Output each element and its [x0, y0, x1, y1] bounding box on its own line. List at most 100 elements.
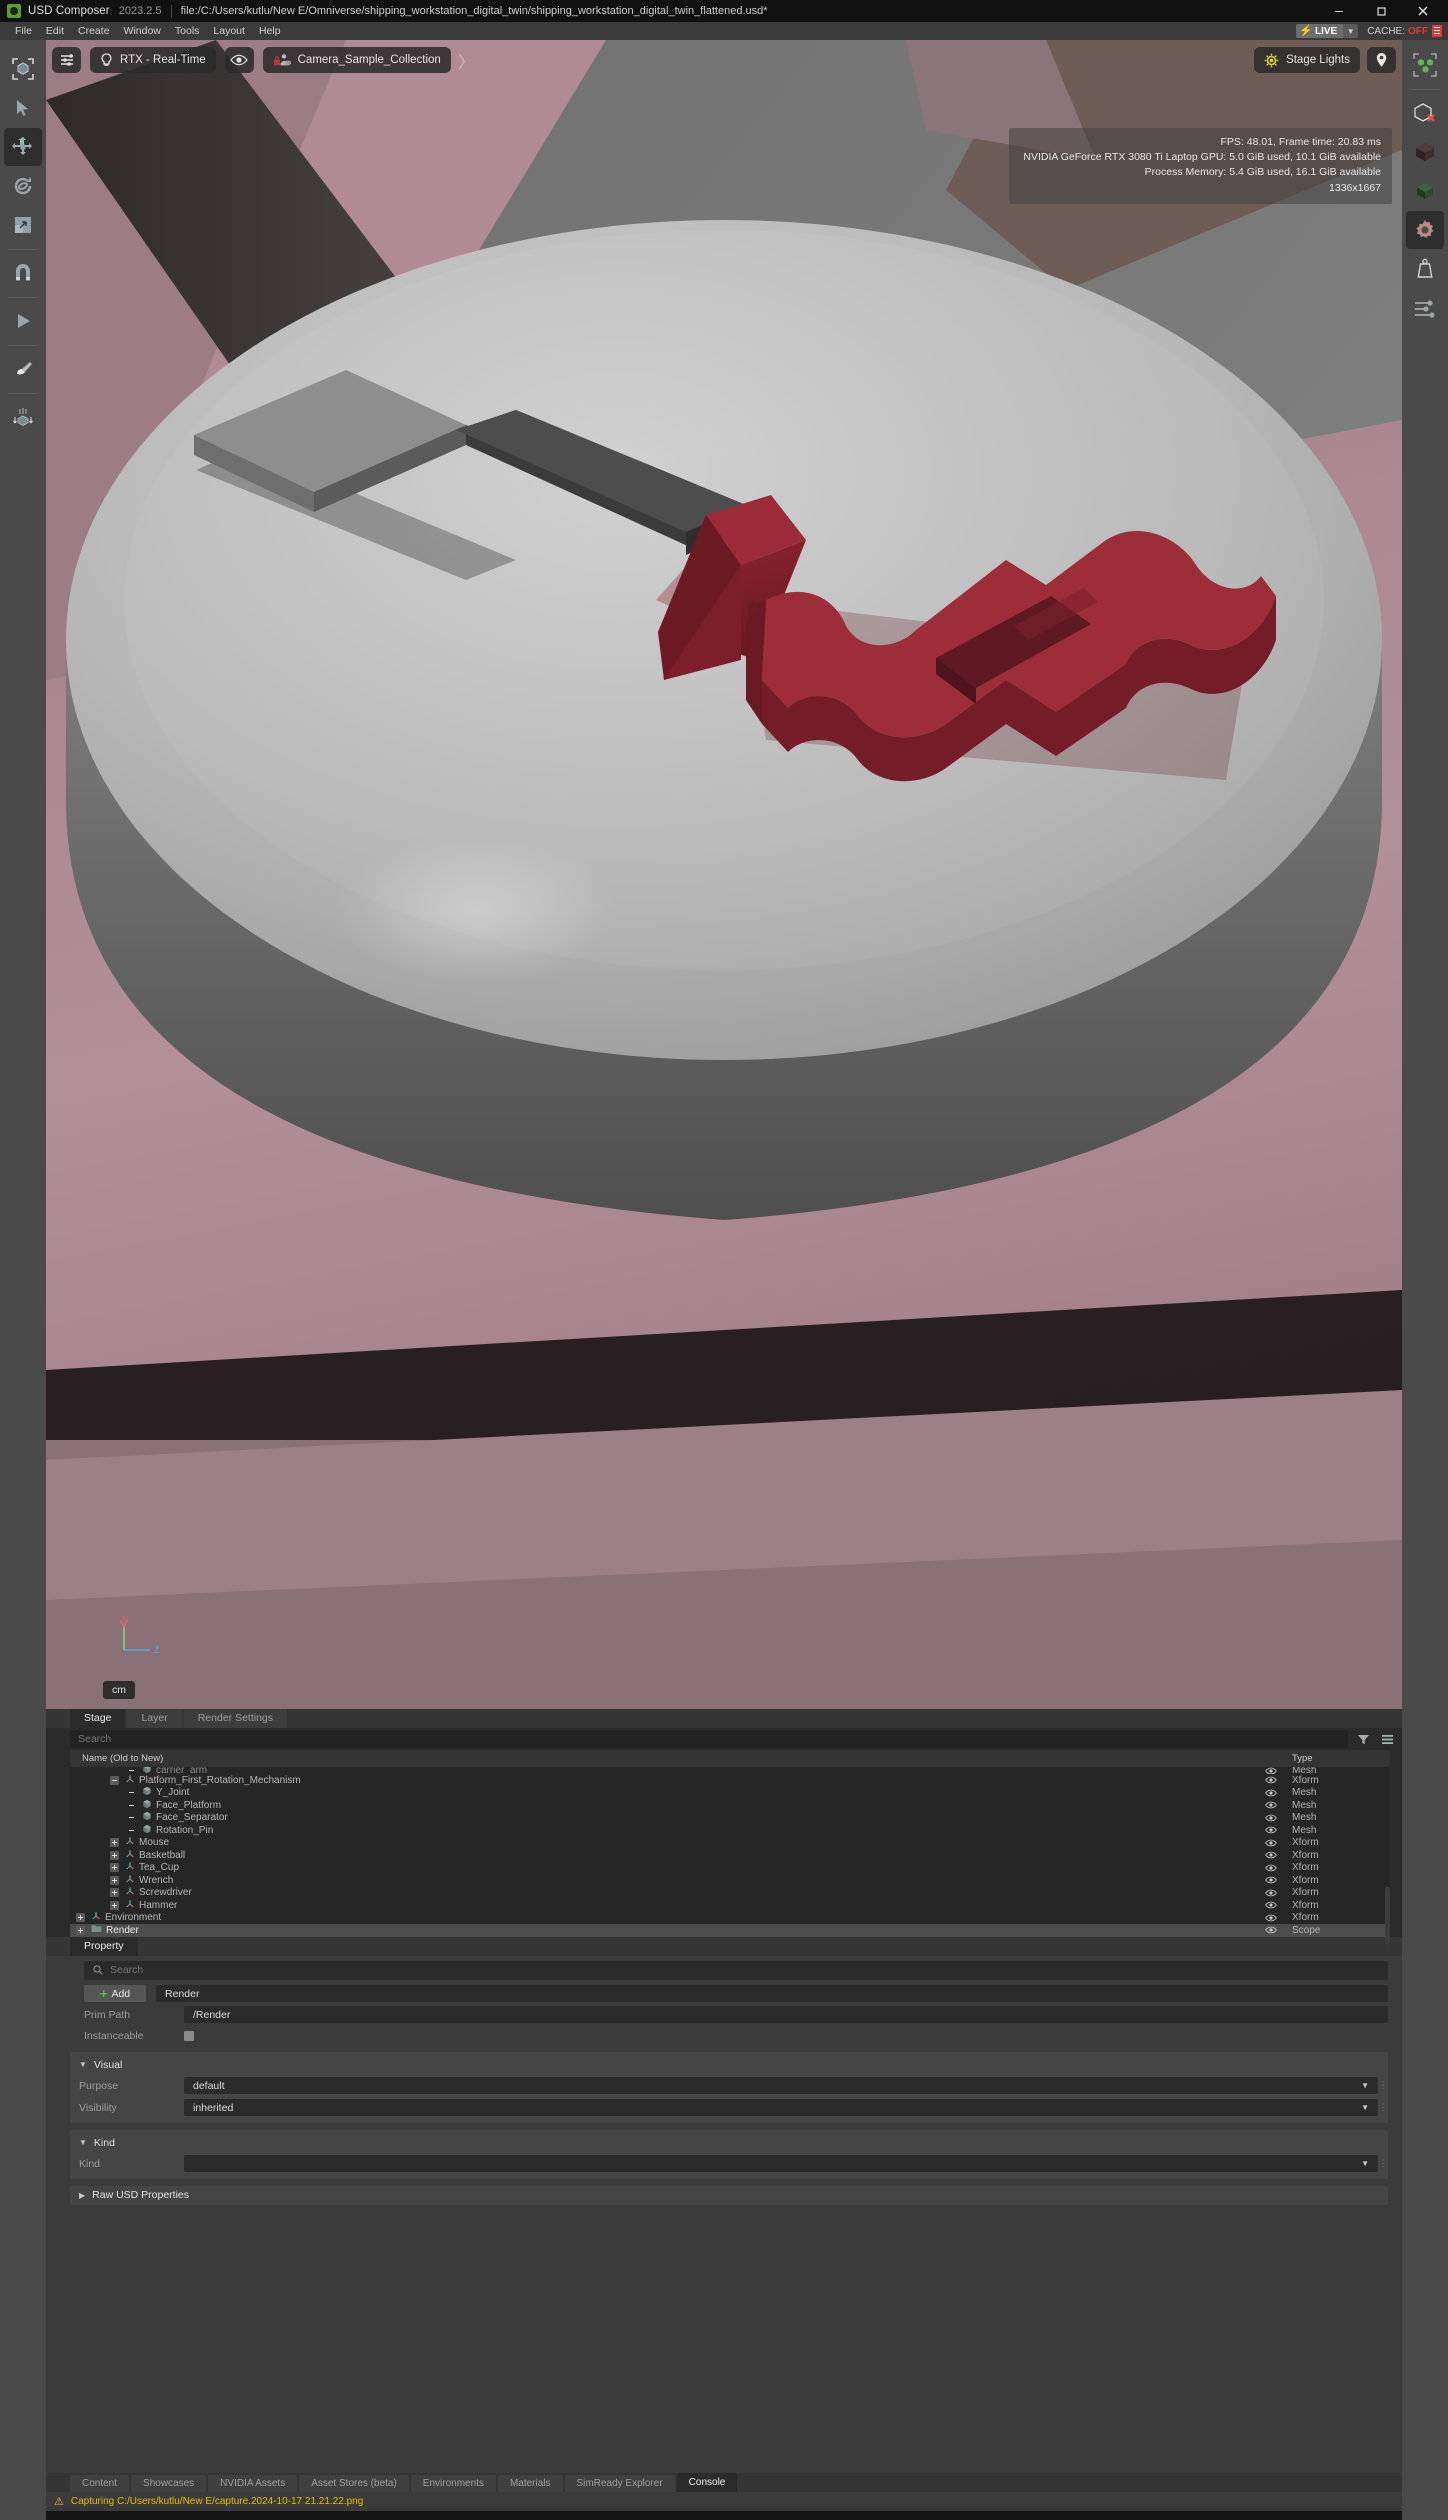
visibility-toggle-icon[interactable]	[1256, 1767, 1286, 1774]
tab-property[interactable]: Property	[70, 1936, 138, 1956]
green-cube-icon[interactable]	[1406, 172, 1444, 210]
prim-path-value[interactable]: /Render	[184, 2006, 1388, 2023]
expand-button[interactable]	[110, 1863, 119, 1873]
dark-cube-icon[interactable]	[1406, 133, 1444, 171]
scale-tool[interactable]	[4, 206, 42, 244]
menu-window[interactable]: Window	[117, 22, 168, 40]
expand-button[interactable]	[76, 1913, 85, 1923]
table-row[interactable]: Face_Platform Mesh	[70, 1799, 1390, 1812]
expand-button[interactable]	[76, 1925, 85, 1935]
physics-drop-tool[interactable]	[4, 398, 42, 436]
bottom-tab-asset-stores-beta[interactable]: Asset Stores (beta)	[299, 2475, 409, 2492]
table-row[interactable]: Platform_First_Rotation_Mechanism Xform	[70, 1774, 1390, 1787]
table-row[interactable]: Rotation_Pin Mesh	[70, 1824, 1390, 1837]
visibility-toggle-icon[interactable]	[1256, 1801, 1286, 1809]
bottom-tab-content[interactable]: Content	[70, 2475, 130, 2492]
visibility-toggle-icon[interactable]	[1256, 1826, 1286, 1834]
stage-lights-selector[interactable]: Stage Lights	[1254, 47, 1360, 73]
caret-down-icon[interactable]: ▼	[79, 2060, 87, 2069]
stage-tree[interactable]: carrier_arm Mesh Platform_First_Rotation…	[70, 1767, 1390, 1945]
column-header-name[interactable]: Name (Old to New)	[70, 1753, 1256, 1764]
list-options-icon[interactable]	[1378, 1730, 1396, 1748]
expand-button[interactable]	[110, 1888, 119, 1898]
live-toggle-button[interactable]: ⚡ LIVE	[1296, 24, 1344, 38]
close-button[interactable]	[1402, 0, 1444, 22]
chevron-right-icon[interactable]: 〉	[458, 48, 475, 73]
menu-tools[interactable]: Tools	[168, 22, 207, 40]
table-row[interactable]: Render Scope	[70, 1924, 1390, 1937]
paint-brush-tool[interactable]	[4, 350, 42, 388]
chevron-down-icon[interactable]: ▼	[1355, 2159, 1369, 2168]
viewport-units-label[interactable]: cm	[103, 1681, 135, 1699]
minimize-button[interactable]	[1318, 0, 1360, 22]
instanceable-checkbox[interactable]	[184, 2030, 194, 2041]
visibility-toggle-icon[interactable]	[1256, 1789, 1286, 1797]
table-row[interactable]: Hammer Xform	[70, 1899, 1390, 1912]
expand-button[interactable]	[110, 1900, 119, 1910]
visibility-toggle-icon[interactable]	[1256, 1851, 1286, 1859]
viewport-visibility-button[interactable]	[224, 47, 254, 73]
tree-scrollbar[interactable]	[1385, 1887, 1390, 1945]
hide-object-icon[interactable]	[1406, 94, 1444, 132]
bottom-tab-materials[interactable]: Materials	[497, 2475, 563, 2492]
table-row[interactable]: Screwdriver Xform	[70, 1887, 1390, 1900]
maximize-button[interactable]	[1360, 0, 1402, 22]
table-row[interactable]: Face_Separator Mesh	[70, 1812, 1390, 1825]
property-value[interactable]: ▼	[184, 2155, 1378, 2172]
menu-layout[interactable]: Layout	[206, 22, 252, 40]
play-tool[interactable]	[4, 302, 42, 340]
bottom-tab-showcases[interactable]: Showcases	[131, 2475, 207, 2492]
visibility-toggle-icon[interactable]	[1256, 1864, 1286, 1872]
property-menu-dots[interactable]: ⋮	[1378, 2080, 1388, 2091]
tab-stage[interactable]: Stage	[70, 1709, 126, 1728]
section-header[interactable]: ▼ Kind	[70, 2135, 1388, 2151]
bottom-tab-console[interactable]: Console	[676, 2473, 738, 2492]
collapse-button[interactable]	[110, 1775, 119, 1785]
visibility-toggle-icon[interactable]	[1256, 1889, 1286, 1897]
renderer-selector[interactable]: RTX - Real-Time	[90, 47, 216, 73]
property-search-input[interactable]: Search	[84, 1960, 1388, 1980]
move-tool[interactable]	[4, 128, 42, 166]
menu-create[interactable]: Create	[71, 22, 117, 40]
chevron-down-icon[interactable]: ▼	[1355, 2081, 1369, 2090]
menu-file[interactable]: File	[8, 22, 39, 40]
sliders-icon[interactable]	[1406, 289, 1444, 327]
visibility-toggle-icon[interactable]	[1256, 1776, 1286, 1784]
visibility-toggle-icon[interactable]	[1256, 1876, 1286, 1884]
section-header[interactable]: ▼ Visual	[70, 2057, 1388, 2073]
visibility-toggle-icon[interactable]	[1256, 1814, 1286, 1822]
bottom-tab-nvidia-assets[interactable]: NVIDIA Assets	[208, 2475, 298, 2492]
snap-magnet-tool[interactable]	[4, 254, 42, 292]
visibility-toggle-icon[interactable]	[1256, 1914, 1286, 1922]
column-header-type[interactable]: Type	[1286, 1753, 1390, 1764]
viewport-3d[interactable]: RTX - Real-Time Camera_Sample_Collection…	[46, 40, 1402, 1709]
prim-name-value[interactable]: Render	[156, 1985, 1388, 2002]
chevron-down-icon[interactable]: ▼	[1355, 2103, 1369, 2112]
live-dropdown-caret-icon[interactable]: ▼	[1343, 24, 1359, 38]
table-row[interactable]: Mouse Xform	[70, 1837, 1390, 1850]
rotate-tool[interactable]	[4, 167, 42, 205]
filter-funnel-icon[interactable]	[1354, 1730, 1372, 1748]
tab-layer[interactable]: Layer	[127, 1709, 182, 1728]
scene-objects-icon[interactable]	[1406, 46, 1444, 84]
property-value[interactable]: default ▼	[184, 2077, 1378, 2094]
visibility-toggle-icon[interactable]	[1256, 1926, 1286, 1934]
visibility-toggle-icon[interactable]	[1256, 1839, 1286, 1847]
select-arrow-tool[interactable]	[4, 89, 42, 127]
menu-edit[interactable]: Edit	[39, 22, 71, 40]
expand-button[interactable]	[110, 1850, 119, 1860]
table-row[interactable]: Environment Xform	[70, 1912, 1390, 1925]
weight-mass-icon[interactable]	[1406, 250, 1444, 288]
visibility-toggle-icon[interactable]	[1256, 1901, 1286, 1909]
stage-search-input[interactable]: Search	[70, 1730, 1348, 1748]
add-property-button[interactable]: + Add	[84, 1985, 146, 2002]
property-menu-dots[interactable]: ⋮	[1378, 2158, 1388, 2169]
menu-help[interactable]: Help	[252, 22, 288, 40]
property-value[interactable]: inherited ▼	[184, 2099, 1378, 2116]
viewport-settings-button[interactable]	[52, 47, 81, 73]
select-bounding-box-tool[interactable]	[4, 50, 42, 88]
settings-gear-icon[interactable]	[1406, 211, 1444, 249]
table-row[interactable]: Y_Joint Mesh	[70, 1787, 1390, 1800]
expand-button[interactable]	[110, 1838, 119, 1848]
caret-right-icon[interactable]: ▶	[79, 2191, 85, 2200]
